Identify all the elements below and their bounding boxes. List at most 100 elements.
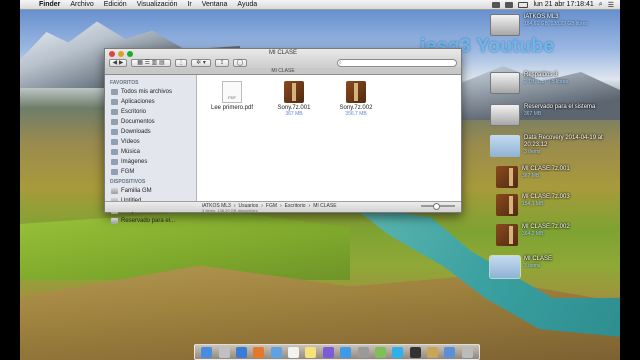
preferences-icon[interactable]	[357, 346, 369, 358]
file-name: Lee primero.pdf	[210, 105, 254, 111]
sidebar-item-musica[interactable]: Música	[105, 147, 196, 157]
all-files-icon	[111, 89, 118, 95]
home-icon	[111, 169, 118, 175]
downloads-icon	[111, 129, 118, 135]
window-titlebar[interactable]: MI CLASE ◀ ▶ ▦ ☰ ▥ ▤ ⋮ ✲ ▾ ⇪ ◯ ⌕ MI CLAS…	[105, 49, 461, 75]
notifications-icon[interactable]: ☰	[608, 1, 614, 9]
wifi-icon[interactable]	[505, 1, 514, 8]
battery-icon[interactable]	[518, 1, 529, 8]
mail-icon[interactable]	[270, 346, 282, 358]
tag-button[interactable]: ◯	[233, 59, 247, 67]
menu-edicion[interactable]: Edición	[99, 1, 132, 8]
desktop-item-reservado[interactable]: Reservado para el sistema 367 MB	[490, 104, 595, 126]
sidebar-item-imagenes[interactable]: Imágenes	[105, 157, 196, 167]
share-button[interactable]: ⇪	[215, 59, 229, 67]
status-text: 3 ítems, 138,29 GB disponibles	[202, 208, 258, 213]
sidebar-item-todos[interactable]: Todos mis archivos	[105, 87, 196, 97]
trash-icon[interactable]	[461, 346, 473, 358]
desktop-item-info: 367 MB	[522, 173, 540, 179]
sidebar-item-aplicaciones[interactable]: Aplicaciones	[105, 97, 196, 107]
back-forward-buttons[interactable]: ◀ ▶	[109, 59, 127, 67]
skype-icon[interactable]	[392, 346, 404, 358]
desktop-item-iatkos[interactable]: iATKOS ML3 184,61 GB, 138,29 GB libres	[490, 14, 588, 36]
icon-size-slider[interactable]	[421, 203, 455, 210]
sidebar-item-reservado[interactable]: Reservado para el...	[105, 216, 196, 226]
desktop-item-respaldos[interactable]: Respaldos 32 TB, 1,17 TB libres	[490, 72, 568, 94]
notes-icon[interactable]	[305, 346, 317, 358]
itunes-icon[interactable]	[322, 346, 334, 358]
menu-visualizacion[interactable]: Visualización	[132, 1, 183, 8]
sidebar-item-label: Vídeos	[121, 139, 140, 145]
menu-ayuda[interactable]: Ayuda	[232, 1, 262, 8]
breadcrumb-item[interactable]: FGM	[266, 203, 277, 209]
menu-bar: Finder Archivo Edición Visualización Ir …	[20, 0, 620, 10]
sidebar-item-downloads[interactable]: Downloads	[105, 127, 196, 137]
pictures-icon	[111, 159, 118, 165]
desktop: Finder Archivo Edición Visualización Ir …	[20, 0, 620, 360]
back-icon[interactable]: ◀	[113, 60, 118, 66]
desktop-item-miclase-003[interactable]: MI CLASE.7z.003 154,1 MB	[496, 194, 570, 216]
arrange-button[interactable]: ⋮	[175, 59, 187, 67]
sidebar-item-label: FGM	[121, 169, 135, 175]
search-icon: ⌕	[339, 60, 342, 66]
terminal-icon[interactable]	[409, 346, 421, 358]
path-status-bar: iATKOS ML3 › Usuarios › FGM › Escritorio › M…	[105, 201, 461, 213]
firefox-icon[interactable]	[253, 346, 265, 358]
file-item-sony-001[interactable]: Sony.7z.001 367 MB	[264, 81, 324, 117]
desktop-item-info: 184,61 GB, 138,29 GB libres	[524, 21, 588, 27]
forward-icon[interactable]: ▶	[119, 60, 124, 66]
spotlight-icon[interactable]: ⌕	[599, 1, 603, 9]
hard-drive-icon	[490, 104, 520, 126]
status-area: lun 21 abr 17:18:41 ⌕ ☰	[492, 1, 620, 9]
sidebar-item-documentos[interactable]: Documentos	[105, 117, 196, 127]
file-size: 367 MB	[285, 111, 303, 117]
desktop-item-info: 2 TB, 1,17 TB libres	[524, 79, 569, 85]
file-item-sony-002[interactable]: Sony.7z.002 356,7 MB	[326, 81, 386, 117]
window-tab-label: MI CLASE	[105, 68, 461, 74]
desktop-item-info: 154,1 MB	[522, 201, 544, 207]
sidebar-item-label: Escritorio	[121, 109, 147, 115]
volume-icon[interactable]	[492, 1, 501, 8]
desktop-item-miclase-folder[interactable]: MI CLASE 3 ítems	[489, 255, 552, 279]
archive-file-icon	[496, 224, 518, 246]
menu-archivo[interactable]: Archivo	[65, 1, 98, 8]
appstore-icon[interactable]	[340, 346, 352, 358]
sidebar-item-escritorio[interactable]: Escritorio	[105, 107, 196, 117]
sidebar-item-familia-gm[interactable]: Familia GM	[105, 186, 196, 196]
file-item-pdf[interactable]: PDF Lee primero.pdf	[202, 81, 262, 111]
menu-finder[interactable]: Finder	[34, 1, 65, 8]
desktop-item-miclase-002[interactable]: MI CLASE.7z.002 364,2 MB	[496, 224, 570, 246]
desktop-item-label: MI CLASE.7z.003	[522, 194, 570, 200]
menu-ventana[interactable]: Ventana	[197, 1, 233, 8]
safari-icon[interactable]	[235, 346, 247, 358]
desktop-item-info: 367 MB	[524, 111, 542, 117]
search-input[interactable]: ⌕	[337, 59, 457, 67]
finder-icon[interactable]	[201, 346, 213, 358]
sidebar-item-label: Todos mis archivos	[121, 89, 173, 95]
desktop-item-label: Reservado para el sistema	[524, 104, 596, 110]
utility-icon[interactable]	[427, 346, 439, 358]
sidebar-item-fgm[interactable]: FGM	[105, 167, 196, 177]
photos-icon[interactable]	[374, 346, 386, 358]
sidebar-item-videos[interactable]: Vídeos	[105, 137, 196, 147]
calendar-icon[interactable]	[288, 346, 300, 358]
desktop-item-label: MI CLASE.7z.001	[522, 166, 570, 172]
archive-file-icon	[346, 81, 366, 103]
menu-ir[interactable]: Ir	[182, 1, 196, 8]
desktop-item-miclase-001[interactable]: MI CLASE.7z.001 367 MB	[496, 166, 570, 188]
downloads-icon[interactable]	[444, 346, 456, 358]
menubar-clock[interactable]: lun 21 abr 17:18:41	[533, 1, 593, 8]
launchpad-icon[interactable]	[218, 346, 230, 358]
archive-file-icon	[496, 166, 518, 188]
finder-sidebar: FAVORITOS Todos mis archivos Aplicacione…	[105, 75, 197, 224]
sidebar-item-label: Downloads	[121, 129, 151, 135]
desktop-item-data-recovery[interactable]: Data Recovery 2014-04-19 at 20.23.12 3 ít…	[490, 135, 612, 157]
breadcrumb-item[interactable]: MI CLASE	[313, 203, 336, 209]
desktop-item-label: MI CLASE.7z.002	[522, 224, 570, 230]
view-mode-buttons[interactable]: ▦ ☰ ▥ ▤	[131, 59, 171, 67]
breadcrumb-item[interactable]: Escritorio	[285, 203, 306, 209]
applications-icon	[111, 99, 118, 105]
desktop-item-info: 364,2 MB	[522, 231, 544, 237]
sidebar-item-label: Aplicaciones	[121, 99, 155, 105]
action-button[interactable]: ✲ ▾	[191, 59, 211, 67]
